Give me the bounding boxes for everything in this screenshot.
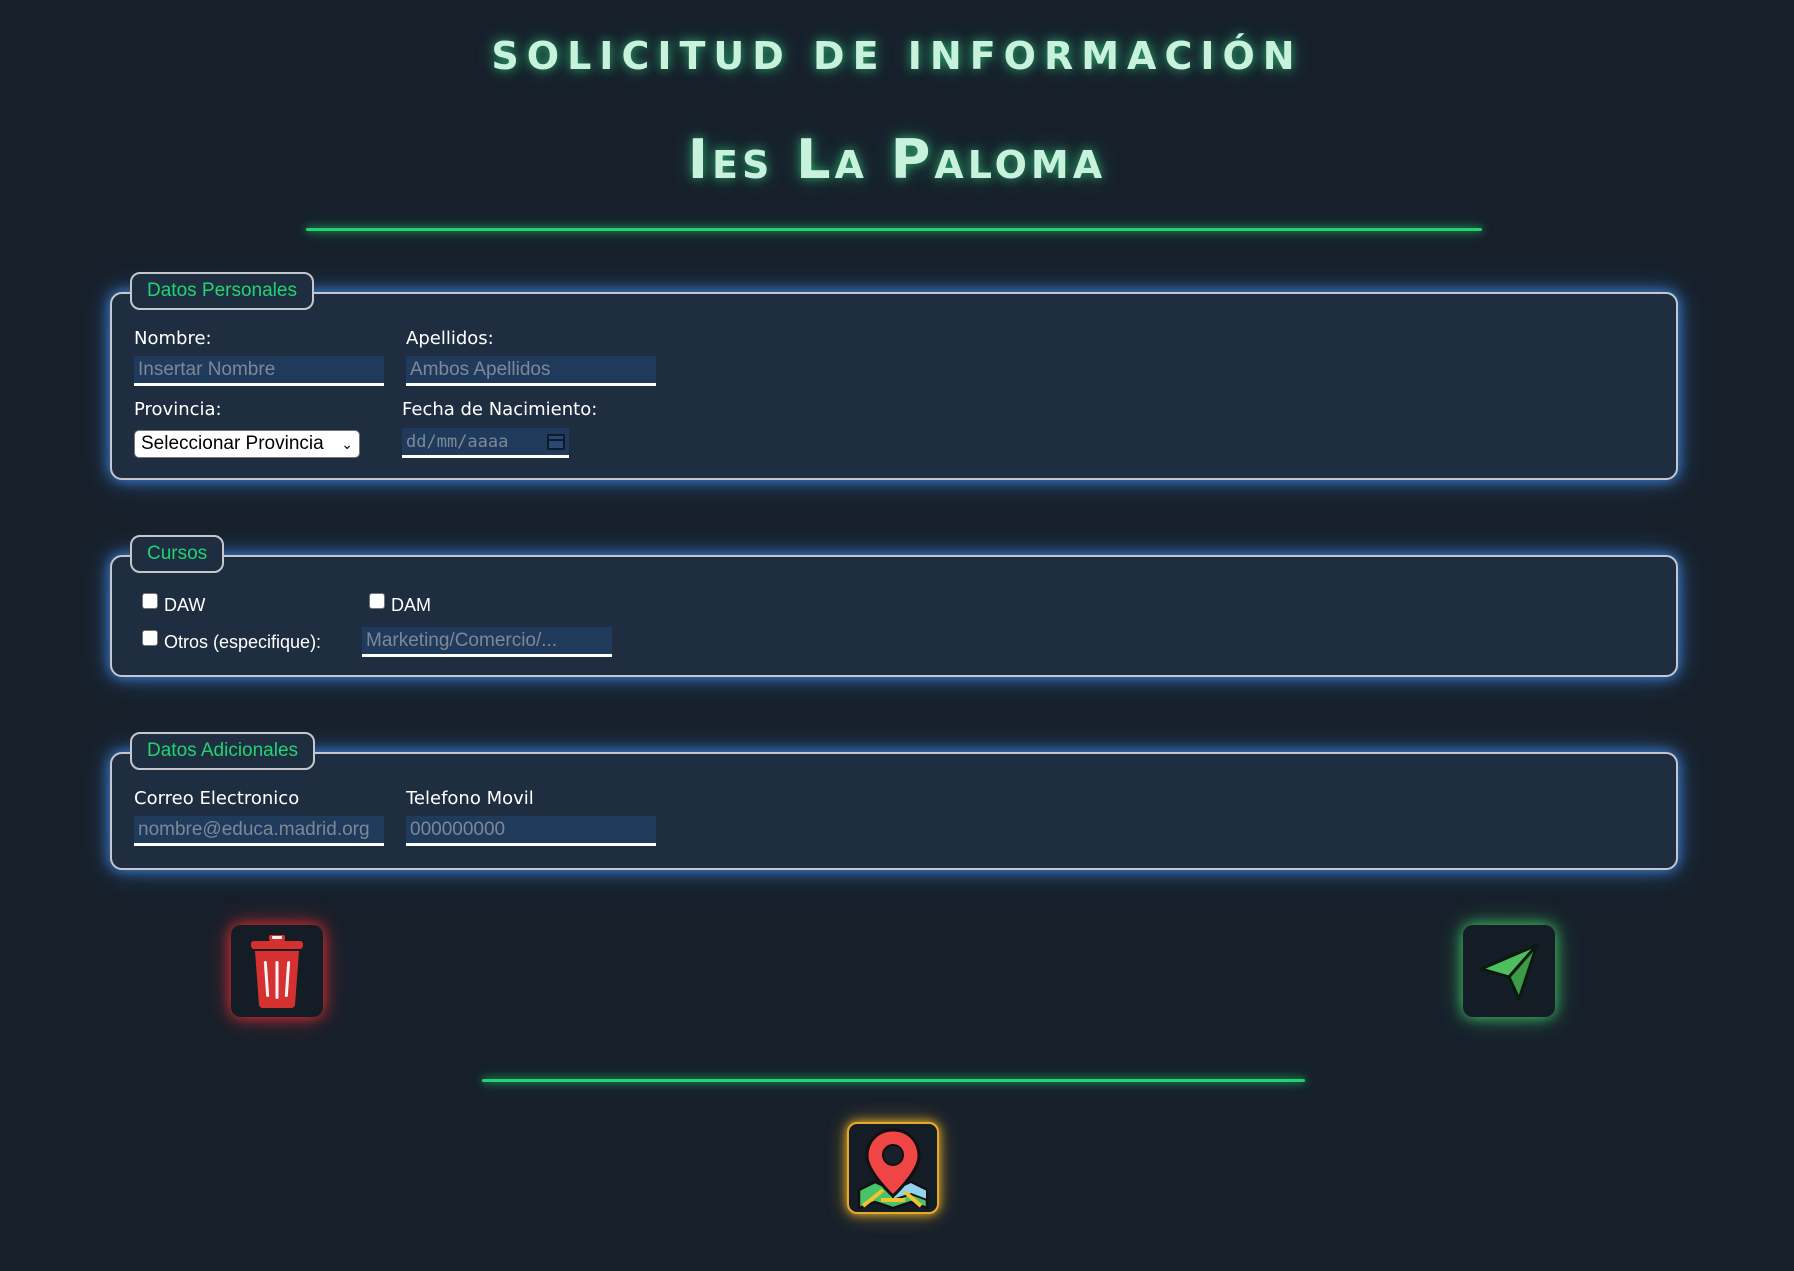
reset-button[interactable] (231, 925, 323, 1017)
page-title: SOLICITUD DE INFORMACIÓN (491, 34, 1303, 78)
nombre-input[interactable] (134, 356, 384, 386)
chevron-down-icon: ⌄ (341, 435, 353, 452)
calendar-icon[interactable] (547, 433, 565, 450)
apellidos-label: Apellidos: (406, 328, 494, 349)
otros-input[interactable] (362, 627, 612, 657)
nombre-label: Nombre: (134, 328, 212, 349)
bottom-divider (482, 1079, 1305, 1082)
fecha-input[interactable]: dd/mm/aaaa (402, 428, 569, 458)
additional-data-fieldset: Datos Adicionales Correo Electronico Tel… (110, 732, 1678, 870)
cursos-legend: Cursos (130, 535, 225, 573)
daw-label: DAW (164, 595, 206, 615)
dam-checkbox[interactable] (369, 593, 385, 609)
provincia-label: Provincia: (134, 399, 222, 420)
personal-data-legend: Datos Personales (130, 272, 314, 310)
dam-label: DAM (391, 595, 431, 615)
otros-checkbox[interactable] (142, 630, 158, 646)
additional-data-legend: Datos Adicionales (130, 732, 316, 770)
paper-plane-icon (1479, 943, 1539, 1001)
telefono-label: Telefono Movil (406, 788, 534, 809)
fecha-placeholder: dd/mm/aaaa (406, 431, 509, 452)
provincia-select-value: Seleccionar Provincia (141, 433, 324, 454)
location-map-button[interactable] (847, 1122, 939, 1214)
otros-label: Otros (especifique): (164, 632, 322, 652)
fecha-label: Fecha de Nacimiento: (402, 399, 598, 420)
cursos-fieldset: Cursos DAW DAM Otros (especifique): (110, 535, 1678, 677)
correo-input[interactable] (134, 816, 384, 846)
school-title: Ies La Paloma (687, 128, 1107, 191)
map-pin-icon (857, 1128, 929, 1210)
provincia-select[interactable]: Seleccionar Provincia ⌄ (134, 430, 360, 458)
personal-data-fieldset: Datos Personales Nombre: Apellidos: Prov… (110, 272, 1678, 480)
submit-button[interactable] (1463, 925, 1555, 1017)
page: SOLICITUD DE INFORMACIÓN Ies La Paloma D… (0, 0, 1794, 1271)
telefono-input[interactable] (406, 816, 656, 846)
correo-label: Correo Electronico (134, 788, 300, 809)
apellidos-input[interactable] (406, 356, 656, 386)
trash-icon (251, 935, 303, 1008)
top-divider (306, 228, 1482, 231)
daw-checkbox[interactable] (142, 593, 158, 609)
